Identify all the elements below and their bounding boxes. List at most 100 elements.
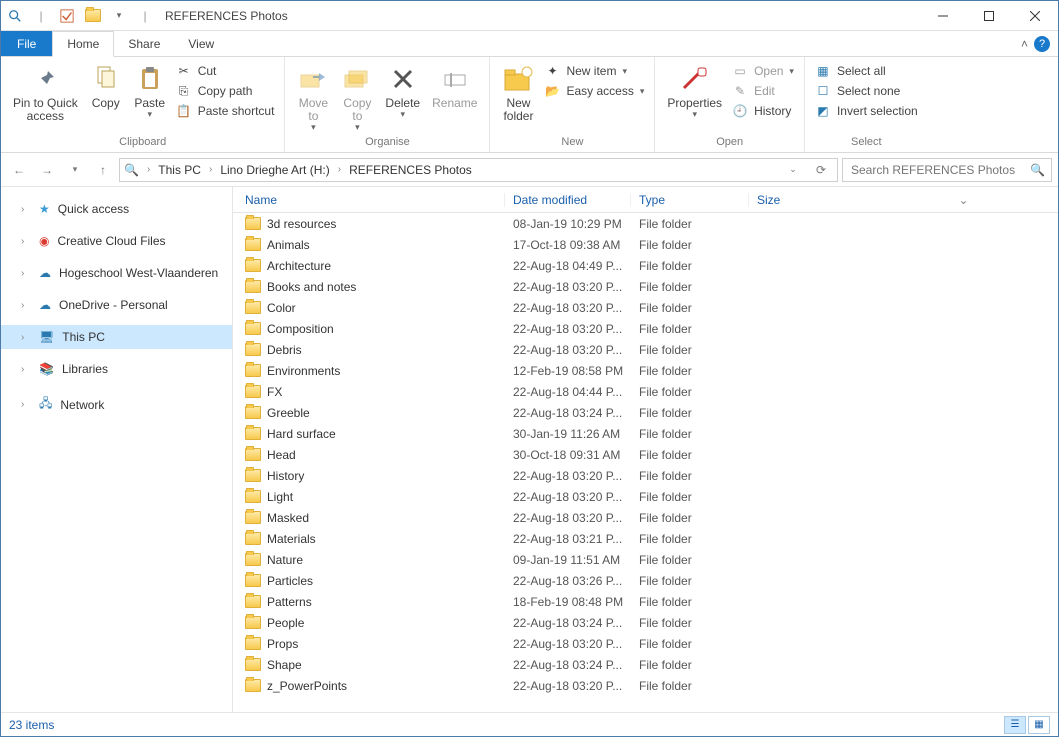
maximize-button[interactable]: [966, 1, 1012, 31]
table-row[interactable]: Hard surface30-Jan-19 11:26 AMFile folde…: [233, 423, 1058, 444]
view-icons-button[interactable]: ▦: [1028, 716, 1050, 734]
table-row[interactable]: Shape22-Aug-18 03:24 P...File folder: [233, 654, 1058, 675]
pin-to-quick-access-button[interactable]: Pin to Quick access: [7, 61, 84, 125]
table-row[interactable]: People22-Aug-18 03:24 P...File folder: [233, 612, 1058, 633]
column-name[interactable]: Name: [233, 193, 505, 207]
history-button[interactable]: 🕘History: [732, 103, 794, 119]
search-box[interactable]: 🔍: [842, 158, 1052, 182]
new-item-button[interactable]: ✦New item ▾: [544, 63, 644, 79]
help-icon[interactable]: ?: [1034, 36, 1050, 52]
nav-forward-button[interactable]: →: [35, 158, 59, 182]
table-row[interactable]: Animals17-Oct-18 09:38 AMFile folder: [233, 234, 1058, 255]
ribbon-collapse[interactable]: ˄ ?: [1021, 31, 1058, 56]
folder-icon: [245, 511, 261, 524]
invert-selection-button[interactable]: ◩Invert selection: [815, 103, 918, 119]
breadcrumb-item[interactable]: Lino Drieghe Art (H:): [220, 163, 329, 177]
rename-button[interactable]: Rename: [426, 61, 483, 112]
file-type: File folder: [631, 280, 749, 294]
table-row[interactable]: Particles22-Aug-18 03:26 P...File folder: [233, 570, 1058, 591]
file-name: Masked: [267, 511, 309, 525]
computer-icon: 🖥: [39, 330, 54, 344]
table-row[interactable]: Nature09-Jan-19 11:51 AMFile folder: [233, 549, 1058, 570]
nav-quick-access[interactable]: ›★Quick access: [1, 197, 232, 221]
nav-this-pc[interactable]: ›🖥This PC: [1, 325, 232, 349]
table-row[interactable]: Color22-Aug-18 03:20 P...File folder: [233, 297, 1058, 318]
tab-home[interactable]: Home: [52, 31, 114, 57]
refresh-button[interactable]: ⟳: [809, 158, 833, 182]
table-row[interactable]: 3d resources08-Jan-19 10:29 PMFile folde…: [233, 213, 1058, 234]
minimize-button[interactable]: [920, 1, 966, 31]
move-to-button[interactable]: Move to▾: [291, 61, 335, 135]
table-row[interactable]: Environments12-Feb-19 08:58 PMFile folde…: [233, 360, 1058, 381]
addr-dropdown[interactable]: ⌄: [781, 158, 805, 182]
copy-path-button[interactable]: ⎘Copy path: [176, 83, 275, 99]
qat-check-icon[interactable]: [55, 4, 79, 28]
new-folder-button[interactable]: New folder: [496, 61, 540, 125]
easy-access-button[interactable]: 📂Easy access ▾: [544, 83, 644, 99]
table-row[interactable]: z_PowerPoints22-Aug-18 03:20 P...File fo…: [233, 675, 1058, 696]
paste-shortcut-button[interactable]: 📋Paste shortcut: [176, 103, 275, 119]
table-row[interactable]: Composition22-Aug-18 03:20 P...File fold…: [233, 318, 1058, 339]
column-type[interactable]: Type: [631, 193, 749, 207]
table-row[interactable]: Materials22-Aug-18 03:21 P...File folder: [233, 528, 1058, 549]
chevron-up-icon: ˄: [1021, 37, 1028, 51]
copy-button[interactable]: Copy: [84, 61, 128, 112]
table-row[interactable]: History22-Aug-18 03:20 P...File folder: [233, 465, 1058, 486]
column-date[interactable]: Date modified: [505, 193, 631, 207]
nav-up-button[interactable]: ↑: [91, 158, 115, 182]
qat-search-icon[interactable]: [3, 4, 27, 28]
properties-button[interactable]: Properties▾: [661, 61, 728, 122]
open-button[interactable]: ▭Open ▾: [732, 63, 794, 79]
paste-button[interactable]: Paste ▾: [128, 61, 172, 122]
chevron-right-icon[interactable]: ›: [143, 164, 154, 175]
column-size[interactable]: Size: [749, 193, 869, 207]
chevron-right-icon[interactable]: ›: [205, 164, 216, 175]
table-row[interactable]: Patterns18-Feb-19 08:48 PMFile folder: [233, 591, 1058, 612]
cut-button[interactable]: ✂Cut: [176, 63, 275, 79]
breadcrumb-item[interactable]: This PC: [158, 163, 201, 177]
move-to-icon: [297, 63, 329, 95]
tab-file[interactable]: File: [1, 31, 52, 56]
file-type: File folder: [631, 679, 749, 693]
nav-back-button[interactable]: ←: [7, 158, 31, 182]
copy-to-button[interactable]: Copy to▾: [335, 61, 379, 135]
table-row[interactable]: Masked22-Aug-18 03:20 P...File folder: [233, 507, 1058, 528]
paste-shortcut-icon: 📋: [176, 103, 192, 119]
folder-icon: [245, 385, 261, 398]
file-type: File folder: [631, 238, 749, 252]
chevron-down-icon[interactable]: ⌄: [869, 193, 1058, 207]
select-all-button[interactable]: ▦Select all: [815, 63, 918, 79]
nav-creative-cloud[interactable]: ›◉Creative Cloud Files: [1, 229, 232, 253]
tab-share[interactable]: Share: [114, 31, 174, 56]
breadcrumb-item[interactable]: REFERENCES Photos: [349, 163, 472, 177]
file-date: 30-Jan-19 11:26 AM: [505, 427, 631, 441]
file-date: 22-Aug-18 04:49 P...: [505, 259, 631, 273]
chevron-right-icon: ›: [21, 364, 31, 375]
table-row[interactable]: Debris22-Aug-18 03:20 P...File folder: [233, 339, 1058, 360]
edit-button[interactable]: ✎Edit: [732, 83, 794, 99]
table-row[interactable]: Books and notes22-Aug-18 03:20 P...File …: [233, 276, 1058, 297]
search-input[interactable]: [849, 162, 1030, 178]
table-row[interactable]: Props22-Aug-18 03:20 P...File folder: [233, 633, 1058, 654]
tab-view[interactable]: View: [174, 31, 228, 56]
breadcrumb-bar[interactable]: 🔍 › This PC › Lino Drieghe Art (H:) › RE…: [119, 158, 838, 182]
select-none-icon: ☐: [815, 83, 831, 99]
table-row[interactable]: FX22-Aug-18 04:44 P...File folder: [233, 381, 1058, 402]
qat-folder-icon[interactable]: [81, 4, 105, 28]
nav-recent-button[interactable]: ▾: [63, 158, 87, 182]
table-row[interactable]: Greeble22-Aug-18 03:24 P...File folder: [233, 402, 1058, 423]
table-row[interactable]: Architecture22-Aug-18 04:49 P...File fol…: [233, 255, 1058, 276]
table-row[interactable]: Light22-Aug-18 03:20 P...File folder: [233, 486, 1058, 507]
view-details-button[interactable]: ☰: [1004, 716, 1026, 734]
nav-hogeschool[interactable]: ›☁Hogeschool West-Vlaanderen: [1, 261, 232, 285]
table-row[interactable]: Head30-Oct-18 09:31 AMFile folder: [233, 444, 1058, 465]
delete-button[interactable]: Delete▾: [379, 61, 426, 122]
chevron-right-icon[interactable]: ›: [334, 164, 345, 175]
content-pane: Name Date modified Type Size ⌄ 3d resour…: [233, 187, 1058, 712]
close-button[interactable]: [1012, 1, 1058, 31]
select-none-button[interactable]: ☐Select none: [815, 83, 918, 99]
nav-network[interactable]: ›🖧Network: [1, 389, 232, 420]
nav-onedrive[interactable]: ›☁OneDrive - Personal: [1, 293, 232, 317]
nav-libraries[interactable]: ›📚Libraries: [1, 357, 232, 381]
qat-dropdown[interactable]: ▾: [107, 4, 131, 28]
